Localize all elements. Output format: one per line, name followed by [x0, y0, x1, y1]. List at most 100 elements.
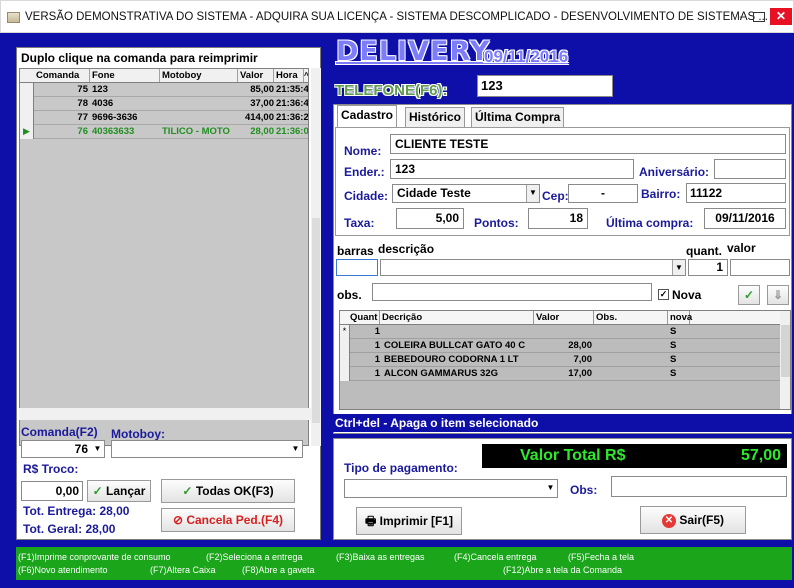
printer-icon: 🖶: [364, 514, 377, 528]
barras-input[interactable]: [336, 259, 378, 276]
pontos-label: Pontos:: [474, 216, 519, 230]
motoboy-label: Motoboy:: [111, 427, 165, 441]
obs-label: obs.: [337, 288, 362, 302]
bairro-input[interactable]: 11122: [686, 183, 786, 203]
orders-vscroll[interactable]: [311, 68, 321, 446]
item-row-new[interactable]: * 1 S: [340, 325, 780, 339]
col-valor[interactable]: Valor: [238, 69, 274, 82]
valor-label: valor: [727, 241, 756, 255]
table-row[interactable]: 77 9696-3636 414,00 21:36:2: [20, 111, 308, 125]
comanda-label: Comanda(F2): [21, 425, 98, 439]
customer-panel: Cadastro Histórico Última Compra Nome: C…: [333, 104, 792, 434]
nome-label: Nome:: [344, 144, 382, 158]
items-vscroll[interactable]: [780, 311, 790, 409]
minimize-button[interactable]: –: [736, 10, 750, 24]
shortcut-f8: (F8)Abre a gaveta: [242, 565, 315, 575]
nome-input[interactable]: CLIENTE TESTE: [390, 134, 786, 154]
item-row[interactable]: 1 BEBEDOURO CODORNA 1 LT 7,00 S: [340, 353, 780, 367]
shortcut-f4: (F4)Cancela entrega: [454, 552, 537, 562]
barras-label: barras: [337, 244, 374, 258]
telefone-input[interactable]: 123: [477, 75, 613, 97]
cancela-pedido-button[interactable]: ⊘ Cancela Ped.(F4): [161, 508, 295, 532]
total-geral: Tot. Geral: 28,00: [23, 522, 116, 536]
tab-cadastro[interactable]: Cadastro: [337, 105, 398, 127]
valor-input[interactable]: [730, 259, 790, 276]
cep-label: Cep:: [542, 189, 569, 203]
taxa-input[interactable]: 5,00: [396, 208, 464, 229]
orders-grid-header: Comanda Fone Motoboy Valor Hora ^: [20, 69, 308, 83]
chevron-down-icon[interactable]: ▼: [289, 441, 302, 457]
total-entrega: Tot. Entrega: 28,00: [23, 504, 130, 518]
descricao-label: descrição: [378, 242, 435, 256]
nova-checkbox[interactable]: ✓: [658, 289, 669, 300]
tab-historico[interactable]: Histórico: [405, 107, 466, 127]
row-pointer-icon: ▶: [20, 125, 34, 139]
ender-input[interactable]: 123: [390, 159, 634, 179]
col-quant[interactable]: Quant: [350, 311, 380, 324]
close-button[interactable]: ✕: [770, 8, 792, 25]
chevron-down-icon[interactable]: ▼: [544, 480, 557, 497]
items-grid[interactable]: Quant Decrição Valor Obs. nova * 1 S 1 C…: [339, 310, 791, 410]
sair-button[interactable]: ✕ Sair(F5): [640, 506, 746, 534]
cancel-icon: ⊘: [172, 513, 183, 527]
cep-input[interactable]: -: [568, 184, 638, 203]
comanda-select[interactable]: 76 ▼: [21, 440, 105, 458]
obs-pagamento-input[interactable]: [611, 476, 787, 497]
col-nova[interactable]: nova: [670, 311, 692, 324]
confirm-item-button[interactable]: ✓: [738, 285, 760, 305]
table-row[interactable]: 78 4036 37,00 21:36:4: [20, 97, 308, 111]
items-grid-header: Quant Decrição Valor Obs. nova: [340, 311, 780, 325]
chevron-down-icon[interactable]: ▼: [672, 260, 685, 275]
delete-hint: Ctrl+del - Apaga o item selecionado: [333, 414, 792, 432]
col-hora[interactable]: Hora: [274, 69, 304, 82]
todas-ok-button[interactable]: ✓ Todas OK(F3): [161, 479, 295, 503]
descricao-select[interactable]: ▼: [380, 259, 686, 276]
col-fone[interactable]: Fone: [90, 69, 160, 82]
orders-header: Duplo clique na comanda para reimprimir: [21, 51, 258, 65]
tab-ultima-compra[interactable]: Última Compra: [471, 107, 565, 127]
col-obs[interactable]: Obs.: [596, 311, 668, 324]
chevron-down-icon[interactable]: ▼: [91, 441, 104, 457]
lancar-button[interactable]: ✓ Lançar: [87, 480, 151, 502]
bairro-label: Bairro:: [641, 187, 681, 201]
tipo-pagamento-select[interactable]: ▼: [344, 479, 558, 498]
pontos-input[interactable]: 18: [528, 208, 588, 229]
aniversario-input[interactable]: [714, 159, 786, 179]
col-comanda[interactable]: Comanda: [34, 69, 90, 82]
taxa-label: Taxa:: [344, 216, 375, 230]
aniversario-label: Aniversário:: [639, 165, 710, 179]
check-icon: ✓: [92, 484, 103, 498]
imprimir-button[interactable]: 🖶 Imprimir [F1]: [356, 507, 462, 535]
orders-grid[interactable]: Comanda Fone Motoboy Valor Hora ^ 75 123…: [19, 68, 309, 446]
scroll-up-icon[interactable]: ^: [302, 69, 308, 82]
shortcut-f5: (F5)Fecha a tela: [568, 552, 635, 562]
table-row-selected[interactable]: ▶ 76 40363633 TILICO - MOTO 28,00 21:36:…: [20, 125, 308, 139]
col-descricao[interactable]: Decrição: [382, 311, 534, 324]
col-motoboy[interactable]: Motoboy: [160, 69, 238, 82]
shortcut-f2: (F2)Seleciona a entrega: [206, 552, 303, 562]
obs-input[interactable]: [372, 283, 652, 301]
ultima-compra-input[interactable]: 09/11/2016: [704, 208, 786, 229]
chevron-down-icon[interactable]: ▼: [526, 185, 539, 202]
download-button[interactable]: ⇓: [767, 285, 789, 305]
troco-input[interactable]: 0,00: [21, 481, 83, 501]
cadastro-tab-body: Nome: CLIENTE TESTE Ender.: 123 Aniversá…: [335, 127, 790, 236]
troco-label: R$ Troco:: [23, 462, 79, 476]
orders-hscroll[interactable]: [19, 408, 311, 420]
table-row[interactable]: 75 123 85,00 21:35:4: [20, 83, 308, 97]
shortcut-bar: (F1)Imprime conprovante de consumo (F2)S…: [16, 547, 792, 580]
title-bar: VERSÃO DEMONSTRATIVA DO SISTEMA - ADQUIR…: [0, 0, 794, 33]
cidade-select[interactable]: Cidade Teste ▼: [392, 184, 540, 203]
app-icon: [7, 12, 20, 23]
delivery-date: 09/11/2016: [484, 47, 569, 66]
col-valor[interactable]: Valor: [536, 311, 594, 324]
nova-label: Nova: [672, 288, 702, 302]
quant-input[interactable]: 1: [688, 259, 728, 276]
payment-panel: Valor Total R$ 57,00 Tipo de pagamento: …: [333, 438, 792, 540]
maximize-button[interactable]: [753, 12, 765, 22]
total-label: Valor Total R$: [520, 447, 626, 464]
new-row-asterisk-icon: *: [340, 325, 350, 339]
item-row[interactable]: 1 COLEIRA BULLCAT GATO 40 C 28,00 S: [340, 339, 780, 353]
motoboy-select[interactable]: ▼: [111, 440, 303, 458]
item-row[interactable]: 1 ALCON GAMMARUS 32G 17,00 S: [340, 367, 780, 381]
